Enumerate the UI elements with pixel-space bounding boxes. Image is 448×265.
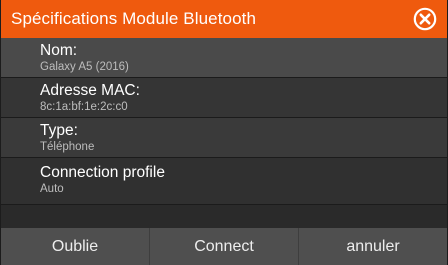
spec-value: 8c:1a:bf:1e:2c:c0 [40, 101, 128, 113]
dialog-button-bar: Oublie Connect annuler [1, 228, 447, 265]
bluetooth-specs-dialog: Spécifications Module Bluetooth Nom: Gal… [0, 0, 448, 265]
close-icon[interactable] [413, 7, 437, 31]
spec-row-name[interactable]: Nom: Galaxy A5 (2016) [1, 38, 447, 78]
spec-value: Téléphone [40, 141, 95, 153]
spec-value: Galaxy A5 (2016) [40, 61, 129, 73]
spec-row-mac-address[interactable]: Adresse MAC: 8c:1a:bf:1e:2c:c0 [1, 78, 447, 118]
spec-label: Adresse MAC: [40, 82, 140, 99]
spec-label: Connection profile [40, 164, 165, 181]
spec-row-type[interactable]: Type: Téléphone [1, 118, 447, 158]
forget-button[interactable]: Oublie [1, 228, 150, 265]
dialog-titlebar: Spécifications Module Bluetooth [1, 0, 447, 38]
spec-value: Auto [40, 183, 64, 195]
connect-button[interactable]: Connect [150, 228, 299, 265]
dialog-title: Spécifications Module Bluetooth [11, 9, 257, 28]
specs-list: Nom: Galaxy A5 (2016) Adresse MAC: 8c:1a… [1, 38, 447, 205]
cancel-button[interactable]: annuler [299, 228, 447, 265]
spec-row-connection-profile[interactable]: Connection profile Auto [1, 158, 447, 205]
spec-label: Type: [40, 122, 78, 139]
spec-label: Nom: [40, 42, 78, 59]
